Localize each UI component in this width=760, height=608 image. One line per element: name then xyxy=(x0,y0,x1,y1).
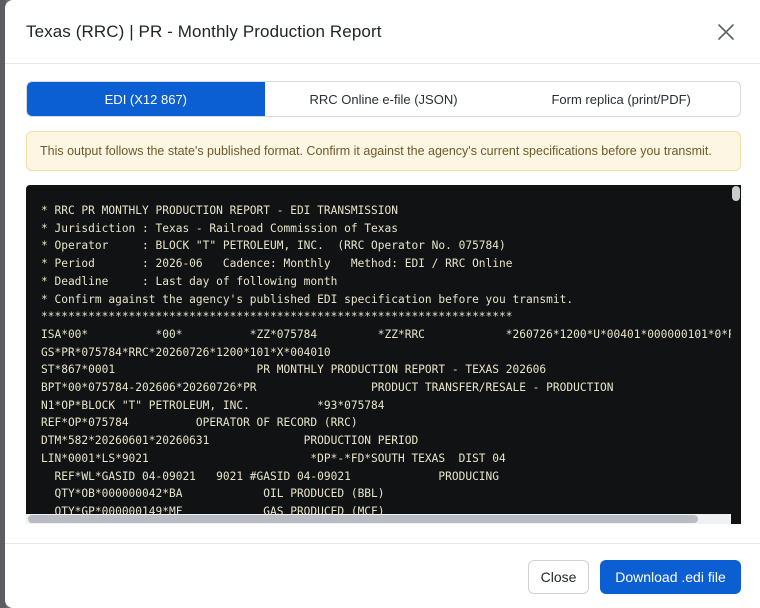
dialog-title: Texas (RRC) | PR - Monthly Production Re… xyxy=(26,22,382,41)
edi-output-text: * RRC PR MONTHLY PRODUCTION REPORT - EDI… xyxy=(41,202,735,521)
edi-line: * RRC PR MONTHLY PRODUCTION REPORT - EDI… xyxy=(41,204,398,217)
export-dialog: Texas (RRC) | PR - Monthly Production Re… xyxy=(5,0,760,608)
vertical-scroll-thumb[interactable] xyxy=(732,186,740,201)
close-icon[interactable] xyxy=(714,20,738,44)
edi-line: ST*867*0001 PR MONTHLY PRODUCTION REPORT… xyxy=(41,363,547,377)
edi-line: LIN*0001*LS*9021 *DP*-*FD*SOUTH TEXAS DI… xyxy=(41,451,506,465)
edi-line: ISA*00* *00* *ZZ*075784 *ZZ*RRC *260726*… xyxy=(41,327,735,341)
edi-line: BPT*00*075784-202606*20260726*PR PRODUCT… xyxy=(41,381,614,395)
edi-line: DTM*582*20260601*20260631 PRODUCTION PER… xyxy=(41,434,419,448)
edi-line: N1*OP*BLOCK "T" PETROLEUM, INC. *93*0757… xyxy=(41,398,385,412)
dialog-footer: Close Download .edi file xyxy=(5,543,760,608)
edi-line: ****************************************… xyxy=(41,310,513,324)
notice-text: This output follows the state's publishe… xyxy=(40,144,712,158)
close-button[interactable]: Close xyxy=(528,560,589,594)
format-notice: This output follows the state's publishe… xyxy=(26,131,741,171)
edi-line: * Jurisdiction : Texas - Railroad Commis… xyxy=(41,221,398,235)
dialog-header: Texas (RRC) | PR - Monthly Production Re… xyxy=(5,0,760,64)
edi-line: QTY*OB*000000042*BA OIL PRODUCED (BBL) xyxy=(41,487,385,501)
tab-rrc-online[interactable]: RRC Online e-file (JSON) xyxy=(265,82,503,116)
vertical-scrollbar[interactable] xyxy=(731,185,741,524)
tab-edi[interactable]: EDI (X12 867) xyxy=(27,82,265,116)
edi-line: GS*PR*075784*RRC*20260726*1200*101*X*004… xyxy=(41,345,331,359)
format-tabs: EDI (X12 867) RRC Online e-file (JSON) F… xyxy=(26,81,741,117)
edi-line: REF*WL*GASID 04-09021 9021 #GASID 04-090… xyxy=(41,469,500,483)
edi-output-panel[interactable]: * RRC PR MONTHLY PRODUCTION REPORT - EDI… xyxy=(26,185,741,524)
horizontal-scroll-thumb[interactable] xyxy=(28,515,698,523)
edi-line: * Period : 2026-06 Cadence: Monthly Meth… xyxy=(41,257,513,271)
edi-line: REF*OP*075784 OPERATOR OF RECORD (RRC) xyxy=(41,416,358,430)
edi-line: * Deadline : Last day of following month xyxy=(41,274,338,288)
download-edi-button[interactable]: Download .edi file xyxy=(600,560,741,594)
edi-line: * Confirm against the agency's published… xyxy=(41,292,574,306)
tab-form-replica[interactable]: Form replica (print/PDF) xyxy=(502,82,740,116)
edi-line: * Operator : BLOCK "T" PETROLEUM, INC. (… xyxy=(41,239,506,253)
horizontal-scrollbar[interactable] xyxy=(26,514,731,524)
